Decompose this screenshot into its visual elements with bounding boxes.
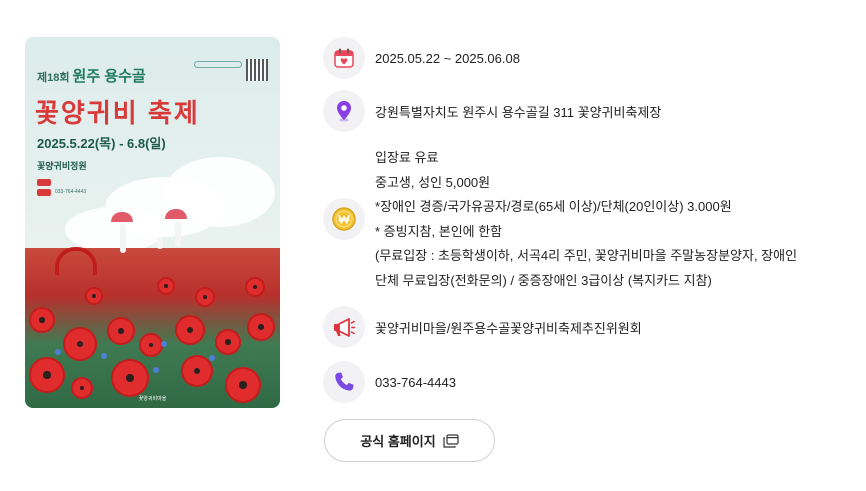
poster-poppy	[29, 357, 65, 393]
poster-poppy	[139, 333, 163, 357]
fee-line: 단체 무료입장(전화문의) / 중증장애인 3급이상 (복지카드 지참)	[375, 272, 712, 288]
poster-cornflower	[101, 353, 107, 359]
date-row: 2025.05.22 ~ 2025.06.08	[323, 37, 520, 79]
calendar-icon	[323, 37, 365, 79]
organizer-text: 꽃양귀비마을/원주용수골꽃양귀비축제추진위원회	[375, 320, 642, 336]
date-range-text: 2025.05.22 ~ 2025.06.08	[375, 50, 520, 66]
poster-tag	[37, 179, 51, 186]
poster-qr-code	[246, 59, 268, 81]
poster-cornflower	[55, 349, 61, 355]
poster-cornflower	[209, 355, 215, 361]
homepage-button-label: 공식 홈페이지	[360, 434, 436, 449]
phone-row: 033-764-4443	[323, 361, 456, 403]
poster-poppy	[157, 277, 175, 295]
fee-lines: 입장료 유료 중고생, 성인 5,000원 *장애인 경증/국가유공자/경로(6…	[375, 146, 797, 293]
festival-poster: 제18회 원주 용수골 꽃양귀비 축제 2025.5.22(목) - 6.8(일…	[25, 37, 280, 408]
fee-line: 중고생, 성인 5,000원	[375, 174, 491, 190]
won-coin-icon	[323, 198, 365, 240]
poster-edition: 제18회	[37, 72, 70, 84]
poster-cornflower	[153, 367, 159, 373]
poster-footer: 꽃양귀비마을	[138, 396, 167, 402]
external-link-icon	[443, 433, 459, 448]
poster-edition-title: 제18회 원주 용수골	[37, 65, 146, 86]
organizer-row: 꽃양귀비마을/원주용수골꽃양귀비축제추진위원회	[323, 306, 642, 348]
fee-line: *장애인 경증/국가유공자/경로(65세 이상)/단체(20인이상) 3.000…	[375, 199, 732, 214]
poster-poppy	[175, 315, 205, 345]
poster-poppy	[29, 307, 55, 333]
poster-poppy	[245, 277, 265, 297]
poster-person	[120, 223, 126, 253]
poster-badge	[194, 61, 242, 68]
poster-poppy	[111, 359, 149, 397]
poster-poppy	[107, 317, 135, 345]
poster-poppy	[85, 287, 103, 305]
poster-tag	[37, 189, 51, 196]
poster-poppy	[215, 329, 241, 355]
official-homepage-button[interactable]: 공식 홈페이지	[324, 419, 495, 462]
poster-cornflower	[161, 341, 167, 347]
admission-fee-block: 입장료 유료 중고생, 성인 5,000원 *장애인 경증/국가유공자/경로(6…	[323, 146, 803, 296]
poster-person	[175, 221, 181, 247]
poster-poppy	[63, 327, 97, 361]
megaphone-icon	[323, 306, 365, 348]
poster-poppy	[195, 287, 215, 307]
poster-phone: 033-764-4443	[55, 189, 87, 195]
address-text: 강원특별자치도 원주시 용수골길 311 꽃양귀비축제장	[375, 104, 662, 120]
poster-title-line1: 원주 용수골	[72, 68, 146, 85]
fee-line: 입장료 유료	[375, 150, 439, 165]
poster-venue: 꽃양귀비정원	[37, 161, 87, 171]
poster-title-line2: 꽃양귀비 축제	[35, 98, 200, 128]
location-pin-icon	[323, 90, 365, 132]
poster-child	[157, 237, 163, 249]
phone-text: 033-764-4443	[375, 374, 456, 390]
address-row: 강원특별자치도 원주시 용수골길 311 꽃양귀비축제장	[323, 90, 661, 132]
phone-icon	[323, 361, 365, 403]
poster-poppy	[247, 313, 275, 341]
fee-line: (무료입장 : 초등학생이하, 서곡4리 주민, 꽃양귀비마을 주말농장분양자,…	[375, 248, 798, 263]
poster-date: 2025.5.22(목) - 6.8(일)	[37, 136, 166, 151]
fee-line: * 증빙지참, 본인에 한함	[375, 223, 503, 239]
poster-poppy	[181, 355, 213, 387]
